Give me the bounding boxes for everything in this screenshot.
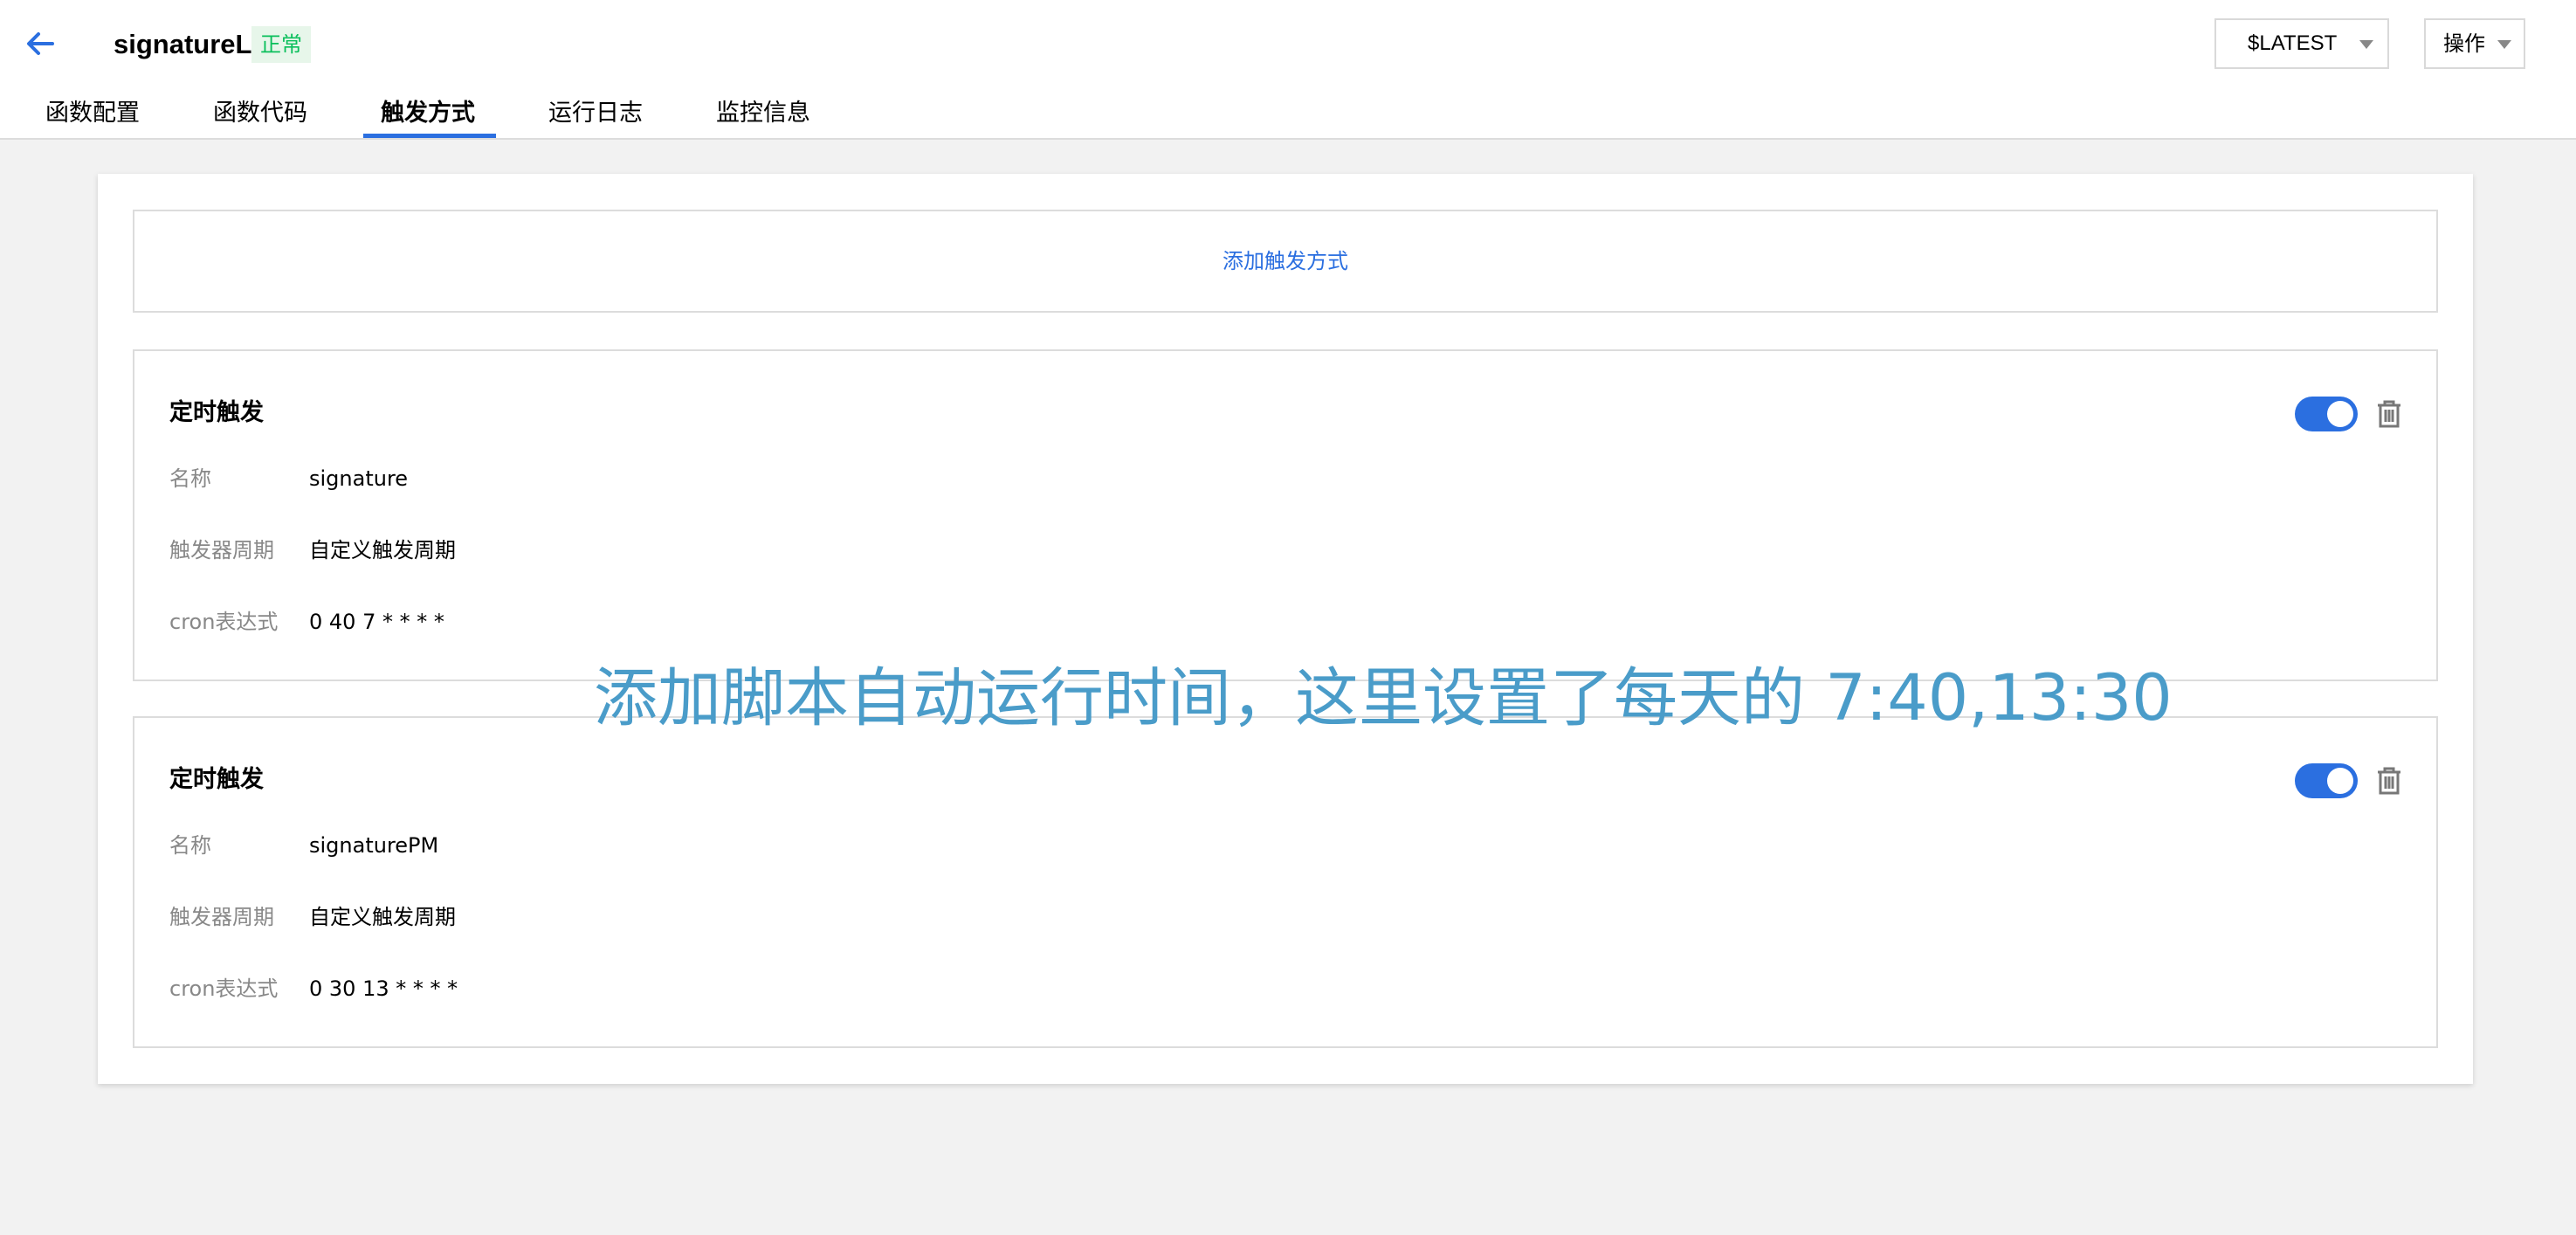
field-value: 0 30 13 * * * * — [309, 976, 458, 1001]
operations-dropdown[interactable]: 操作 — [2424, 18, 2525, 69]
tab-function-code[interactable]: 函数代码 — [213, 94, 307, 133]
caret-down-icon — [2359, 40, 2373, 49]
trigger-title: 定时触发 — [169, 399, 264, 426]
trigger-card: 定时触发 名称 signaturePM 触发器周期 自定义触发周期 cron表达… — [133, 716, 2438, 1048]
enable-toggle[interactable] — [2295, 397, 2358, 431]
field-label: cron表达式 — [169, 610, 279, 634]
field-value: 自定义触发周期 — [309, 538, 456, 562]
toggle-knob — [2327, 401, 2353, 427]
tab-run-logs[interactable]: 运行日志 — [548, 94, 643, 133]
trigger-card: 定时触发 名称 signature 触发器周期 自定义触发周期 cron表达式 … — [133, 349, 2438, 681]
trigger-title: 定时触发 — [169, 766, 264, 793]
field-label: 触发器周期 — [169, 905, 274, 929]
add-trigger-button[interactable]: 添加触发方式 — [133, 210, 2438, 313]
field-value: 0 40 7 * * * * — [309, 610, 444, 634]
status-badge: 正常 — [251, 26, 311, 63]
tab-monitoring[interactable]: 监控信息 — [716, 94, 810, 133]
tab-function-config[interactable]: 函数配置 — [45, 94, 140, 133]
field-label: 触发器周期 — [169, 538, 274, 562]
field-value: signature — [309, 466, 409, 491]
field-value: 自定义触发周期 — [309, 905, 456, 929]
trash-icon[interactable] — [2373, 398, 2405, 430]
tab-triggers[interactable]: 触发方式 — [381, 94, 475, 133]
field-label: cron表达式 — [169, 976, 279, 1001]
version-value: $LATEST — [2248, 31, 2338, 55]
field-label: 名称 — [169, 466, 211, 491]
active-tab-indicator — [363, 134, 496, 138]
operations-label: 操作 — [2443, 31, 2485, 56]
field-value: signaturePM — [309, 833, 439, 858]
toggle-knob — [2327, 768, 2353, 794]
caret-down-icon — [2497, 40, 2511, 49]
annotation-overlay: 添加脚本自动运行时间，这里设置了每天的 7:40,13:30 — [594, 661, 2173, 735]
version-select[interactable]: $LATEST — [2214, 18, 2389, 69]
trash-icon[interactable] — [2373, 765, 2405, 797]
back-arrow-icon[interactable] — [23, 26, 58, 61]
triggers-panel: 添加触发方式 定时触发 名称 signature 触发器周期 自定义触发周期 c… — [98, 174, 2473, 1084]
page-header: signatureLGY 正常 $LATEST 操作 函数配置 函数代码 触发方… — [0, 0, 2576, 140]
field-label: 名称 — [169, 833, 211, 858]
enable-toggle[interactable] — [2295, 763, 2358, 798]
